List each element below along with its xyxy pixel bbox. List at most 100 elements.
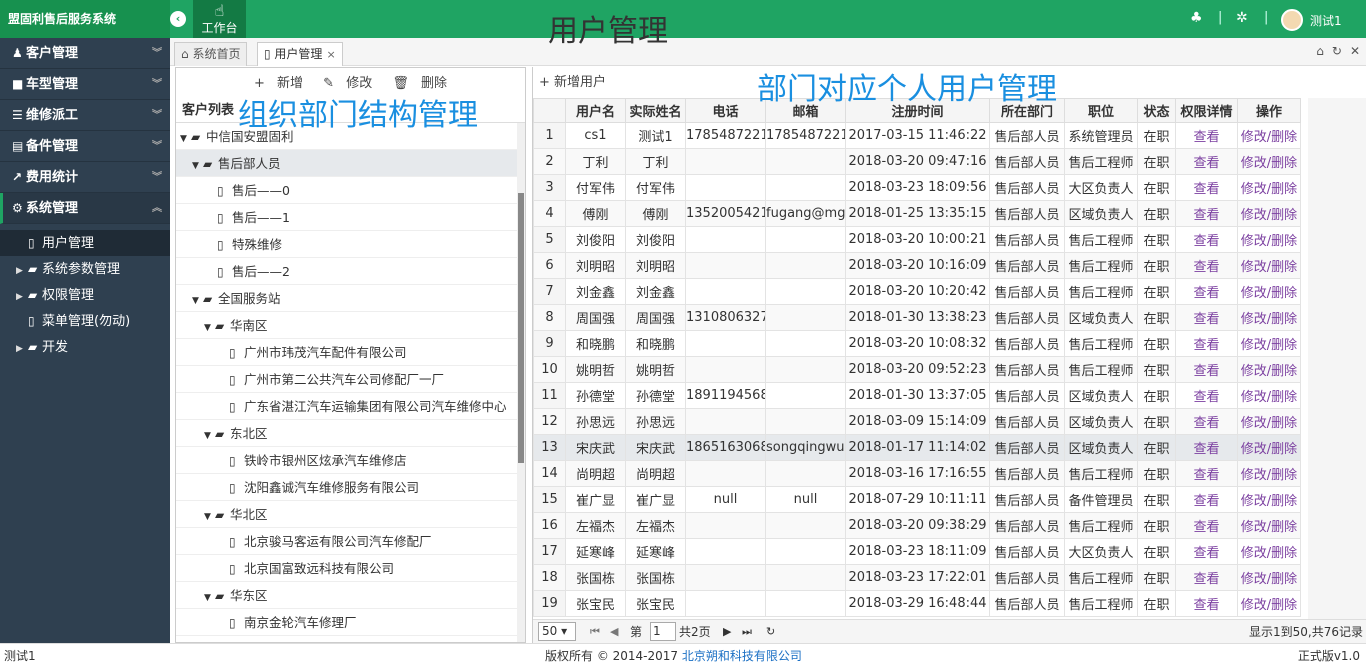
column-header[interactable]: 实际姓名 — [625, 98, 686, 123]
tree-node[interactable]: ▼ ▰ 华东区 — [176, 582, 525, 609]
view-permissions-link[interactable]: 查看 — [1175, 382, 1238, 409]
edit-delete-link[interactable]: 修改/删除 — [1237, 226, 1301, 253]
column-header[interactable]: 操作 — [1237, 98, 1301, 123]
tree-node[interactable]: ▼ ▰ 东北区 — [176, 420, 525, 447]
next-page-icon[interactable]: ▶ — [723, 620, 731, 644]
column-header[interactable]: 权限详情 — [1175, 98, 1238, 123]
tree-node[interactable]: ▯ 特殊维修 — [176, 231, 525, 258]
page-number-input[interactable]: 1 — [650, 622, 676, 641]
collapse-sidebar-icon[interactable]: ‹ — [170, 11, 186, 27]
grid-vertical-scrollbar[interactable] — [1308, 98, 1366, 619]
tab-home[interactable]: ⌂ 系统首页 — [174, 42, 248, 66]
sidebar-item-dispatch[interactable]: ☰ 维修派工 ︾ — [0, 100, 170, 131]
edit-delete-link[interactable]: 修改/删除 — [1237, 460, 1301, 487]
edit-delete-link[interactable]: 修改/删除 — [1237, 538, 1301, 565]
caret-down-icon[interactable]: ▼ — [204, 585, 215, 608]
table-row[interactable]: 12 孙思远 孙思远 2018-03-09 15:14:09 售后部人员 区域负责人 在职查… — [533, 408, 1301, 435]
view-permissions-link[interactable]: 查看 — [1175, 408, 1238, 435]
table-row[interactable]: 15 崔广显 崔广显 null null 2018-07-29 10:11:11 售后部人员… — [533, 486, 1301, 513]
table-row[interactable]: 13宋庆武宋庆武18651630681songqingwu2018-01-17 … — [533, 434, 1301, 461]
tree-icon[interactable]: ♣ — [1190, 10, 1203, 26]
table-row[interactable]: 6 刘明昭 刘明昭 2018-03-20 10:16:09 售后部人员 售后工程师 在职 查看… — [533, 252, 1301, 279]
edit-delete-link[interactable]: 修改/删除 — [1237, 148, 1301, 175]
table-row[interactable]: 19 张宝民 张宝民 2018-03-29 16:48:44 售后部人员 售后工程师 在职查… — [533, 590, 1301, 617]
table-row[interactable]: 10 姚明哲 姚明哲 2018-03-20 09:52:23 售后部人员 售后工程师 在职查… — [533, 356, 1301, 383]
sidebar-sub-permissions[interactable]: ▶ ▰ 权限管理 — [0, 282, 170, 308]
view-permissions-link[interactable]: 查看 — [1175, 200, 1238, 227]
sidebar-sub-params[interactable]: ▶ ▰ 系统参数管理 — [0, 256, 170, 282]
caret-down-icon[interactable]: ▼ — [192, 153, 203, 176]
view-permissions-link[interactable]: 查看 — [1175, 434, 1238, 461]
tree-node[interactable]: ▼ ▰ 华北区 — [176, 501, 525, 528]
tree-node[interactable]: ▼ ▰ 售后部人员 — [176, 150, 525, 177]
tree-node[interactable]: ▼ ▰ 全国服务站 — [176, 285, 525, 312]
edit-delete-link[interactable]: 修改/删除 — [1237, 512, 1301, 539]
edit-delete-link[interactable]: 修改/删除 — [1237, 200, 1301, 227]
tree-node[interactable]: ▼ ▰ 华南区 — [176, 312, 525, 339]
tree-node[interactable]: ▯ 售后——2 — [176, 258, 525, 285]
column-header[interactable]: 用户名 — [565, 98, 626, 123]
caret-down-icon[interactable]: ▼ — [180, 126, 191, 149]
close-icon[interactable]: ✕ — [1350, 44, 1360, 58]
sidebar-item-costs[interactable]: ↗ 费用统计 ︾ — [0, 162, 170, 193]
caret-down-icon[interactable]: ▼ — [192, 288, 203, 311]
refresh-icon[interactable]: ↻ — [766, 620, 775, 644]
edit-delete-link[interactable]: 修改/删除 — [1237, 252, 1301, 279]
sidebar-item-vehicles[interactable]: ■ 车型管理 ︾ — [0, 69, 170, 100]
view-permissions-link[interactable]: 查看 — [1175, 174, 1238, 201]
tab-user-management[interactable]: ▯ 用户管理 × — [257, 42, 343, 66]
table-row[interactable]: 4傅刚傅刚13520054211fugang@mg2018-01-25 13:3… — [533, 200, 1301, 227]
table-row[interactable]: 9 和晓鹏 和晓鹏 2018-03-20 10:08:32 售后部人员 售后工程师 在职 查看… — [533, 330, 1301, 357]
prev-page-icon[interactable]: ◀ — [610, 620, 618, 644]
scrollbar-thumb[interactable] — [518, 193, 524, 463]
view-permissions-link[interactable]: 查看 — [1175, 122, 1238, 149]
column-header[interactable]: 电话 — [685, 98, 766, 123]
tree-node[interactable]: ▯ 广州市玮茂汽车配件有限公司 — [176, 339, 525, 366]
caret-down-icon[interactable]: ▼ — [204, 504, 215, 527]
edit-delete-link[interactable]: 修改/删除 — [1237, 122, 1301, 149]
close-icon[interactable]: × — [326, 48, 335, 61]
tree-node[interactable]: ▯ 沈阳鑫诚汽车维修服务有限公司 — [176, 474, 525, 501]
tree-node[interactable]: ▯ 售后——0 — [176, 177, 525, 204]
sidebar-item-customers[interactable]: ♟ 客户管理 ︾ — [0, 38, 170, 69]
sidebar-sub-user-management[interactable]: ▯ 用户管理 — [0, 230, 170, 256]
view-permissions-link[interactable]: 查看 — [1175, 278, 1238, 305]
view-permissions-link[interactable]: 查看 — [1175, 304, 1238, 331]
view-permissions-link[interactable]: 查看 — [1175, 330, 1238, 357]
view-permissions-link[interactable]: 查看 — [1175, 226, 1238, 253]
company-link[interactable]: 北京朔和科技有限公司 — [682, 649, 802, 663]
tree-node[interactable]: ▯ 铁岭市银州区炫承汽车维修店 — [176, 447, 525, 474]
page-size-select[interactable]: 50 ▾ — [538, 622, 576, 641]
edit-delete-link[interactable]: 修改/删除 — [1237, 408, 1301, 435]
edit-button[interactable]: ✎ 修改 — [319, 76, 376, 91]
table-row[interactable]: 2 丁利 丁利 2018-03-20 09:47:16 售后部人员 售后工程师 在职 查看 修改… — [533, 148, 1301, 175]
edit-delete-link[interactable]: 修改/删除 — [1237, 486, 1301, 513]
caret-down-icon[interactable]: ▼ — [204, 315, 215, 338]
table-row[interactable]: 7 刘金鑫 刘金鑫 2018-03-20 10:20:42 售后部人员 售后工程师 在职 查看… — [533, 278, 1301, 305]
current-user-name[interactable]: 测试1 — [1310, 12, 1342, 29]
last-page-icon[interactable]: ⏭ — [742, 620, 752, 644]
table-row[interactable]: 14 尚明超 尚明超 2018-03-16 17:16:55 售后部人员 售后工程师 在职查… — [533, 460, 1301, 487]
tree-scrollbar[interactable] — [517, 123, 525, 642]
tree-node[interactable]: ▯ 广东省湛江汽车运输集团有限公司汽车维修中心 — [176, 393, 525, 420]
table-row[interactable]: 18 张国栋 张国栋 2018-03-23 17:22:01 售后部人员 售后工程师 在职查… — [533, 564, 1301, 591]
view-permissions-link[interactable]: 查看 — [1175, 252, 1238, 279]
table-row[interactable]: 8周国强周国强131080632712018-01-30 13:38:23售后部… — [533, 304, 1301, 331]
sidebar-sub-dev[interactable]: ▶ ▰ 开发 — [0, 334, 170, 360]
workbench-button[interactable]: ☝ 工作台 — [193, 0, 246, 38]
avatar[interactable] — [1281, 9, 1303, 31]
view-permissions-link[interactable]: 查看 — [1175, 590, 1238, 617]
edit-delete-link[interactable]: 修改/删除 — [1237, 356, 1301, 383]
view-permissions-link[interactable]: 查看 — [1175, 538, 1238, 565]
view-permissions-link[interactable]: 查看 — [1175, 460, 1238, 487]
edit-delete-link[interactable]: 修改/删除 — [1237, 174, 1301, 201]
table-row[interactable]: 1cs1测试117854872211178548722112017-03-15 … — [533, 122, 1301, 149]
edit-delete-link[interactable]: 修改/删除 — [1237, 564, 1301, 591]
tree-node[interactable]: ▯ 广州市第二公共汽车公司修配厂一厂 — [176, 366, 525, 393]
view-permissions-link[interactable]: 查看 — [1175, 486, 1238, 513]
sidebar-sub-menus[interactable]: ▯ 菜单管理(勿动) — [0, 308, 170, 334]
tree-node[interactable]: ▯ 南京金轮汽车修理厂 — [176, 609, 525, 636]
edit-delete-link[interactable]: 修改/删除 — [1237, 382, 1301, 409]
delete-button[interactable]: 🗑 删除 — [388, 76, 451, 91]
edit-delete-link[interactable]: 修改/删除 — [1237, 434, 1301, 461]
